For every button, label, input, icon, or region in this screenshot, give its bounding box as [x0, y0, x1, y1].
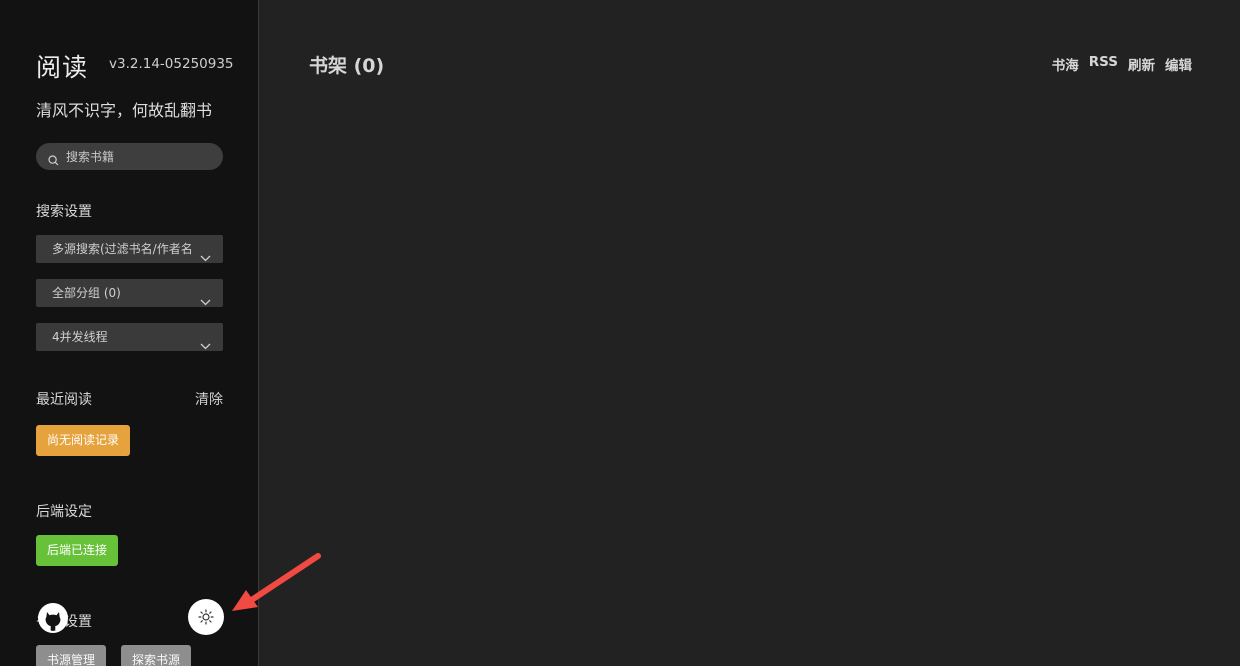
nav-edit[interactable]: 编辑: [1165, 54, 1192, 74]
github-icon[interactable]: [38, 603, 68, 633]
explore-source-button[interactable]: 探索书源: [121, 645, 191, 666]
chevron-down-icon: [200, 288, 211, 307]
nav-rss[interactable]: RSS: [1089, 54, 1118, 74]
nav-refresh[interactable]: 刷新: [1128, 54, 1155, 74]
nav-book-sea[interactable]: 书海: [1052, 54, 1079, 74]
group-value: 全部分组 (0): [52, 286, 121, 300]
search-icon: [48, 151, 59, 170]
chevron-down-icon: [200, 332, 211, 351]
source-mode-select[interactable]: 多源搜索(过滤书名/作者名): [36, 235, 223, 263]
search-settings-label: 搜索设置: [36, 204, 92, 220]
group-select[interactable]: 全部分组 (0): [36, 279, 223, 307]
top-nav: 书海 RSS 刷新 编辑: [1052, 54, 1192, 74]
chevron-down-icon: [200, 244, 211, 263]
app-version: v3.2.14-05250935: [109, 56, 234, 72]
no-reading-record-button[interactable]: 尚无阅读记录: [36, 425, 130, 456]
backend-connected-button[interactable]: 后端已连接: [36, 535, 118, 566]
page-title: 书架 (0): [309, 55, 385, 77]
source-mode-value: 多源搜索(过滤书名/作者名): [52, 242, 194, 256]
app-title: 阅读: [36, 53, 89, 82]
search-box[interactable]: [36, 143, 223, 170]
theme-toggle-button[interactable]: [188, 599, 224, 635]
app-window: 阅读 v3.2.14-05250935 清风不识字，何故乱翻书 搜索设置 多源搜…: [0, 0, 1240, 666]
backend-settings-label: 后端设定: [36, 504, 92, 520]
clear-recent-button[interactable]: 清除: [195, 389, 223, 409]
search-input[interactable]: [66, 143, 216, 170]
source-manage-button[interactable]: 书源管理: [36, 645, 106, 666]
threads-value: 4并发线程: [52, 330, 108, 344]
recent-reading-label: 最近阅读: [36, 392, 92, 408]
sidebar: 阅读 v3.2.14-05250935 清风不识字，何故乱翻书 搜索设置 多源搜…: [0, 0, 259, 666]
threads-select[interactable]: 4并发线程: [36, 323, 223, 351]
app-motto: 清风不识字，何故乱翻书: [36, 101, 213, 120]
